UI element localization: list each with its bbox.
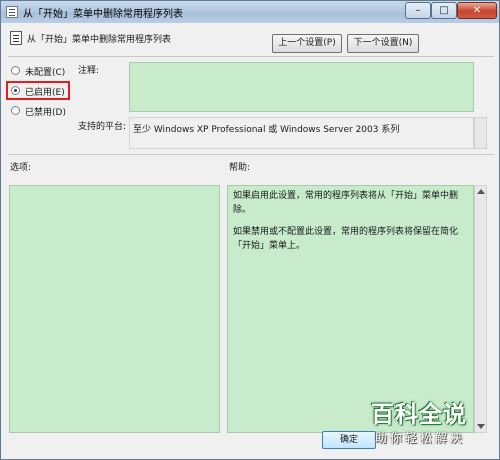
section-divider	[8, 154, 494, 155]
radio-label: 已禁用(D)	[25, 108, 66, 118]
policy-dialog-window: 从「开始」菜单中删除常用程序列表 – □ ✕ 从「开始」菜单中删除常用程序列表 …	[0, 0, 500, 460]
close-button[interactable]: ✕	[457, 2, 497, 19]
watermark-title: 百科全说	[371, 402, 467, 428]
options-label: 选项:	[10, 163, 32, 173]
radio-label: 未配置(C)	[25, 68, 66, 78]
setting-icon	[10, 31, 22, 45]
comment-textarea[interactable]	[129, 62, 474, 112]
help-paragraph: 如果启用此设置，常用的程序列表将从「开始」菜单中删除。	[233, 191, 459, 215]
previous-setting-button[interactable]: 上一个设置(P)	[272, 34, 342, 53]
watermark-slogan: 助你轻松解决	[375, 431, 466, 445]
options-pane	[9, 185, 220, 433]
scroll-up-icon[interactable]	[477, 189, 485, 194]
comment-label: 注释:	[78, 66, 100, 76]
maximize-button[interactable]: □	[431, 2, 457, 19]
window-title: 从「开始」菜单中删除常用程序列表	[23, 9, 183, 20]
platform-value: 至少 Windows XP Professional 或 Windows Ser…	[133, 125, 400, 135]
next-setting-button[interactable]: 下一个设置(N)	[347, 34, 419, 53]
red-highlight-box	[6, 81, 70, 100]
radio-button[interactable]	[11, 66, 20, 75]
watermark-logo: 百科全说 助你轻松解决	[367, 395, 489, 449]
title-bar[interactable]: 从「开始」菜单中删除常用程序列表 – □ ✕	[1, 1, 499, 23]
radio-button[interactable]	[11, 106, 20, 115]
platform-scrollbar[interactable]	[474, 117, 487, 149]
help-paragraph: 如果禁用或不配置此设置，常用的程序列表将保留在简化「开始」菜单上。	[233, 227, 459, 251]
header-divider	[8, 56, 494, 57]
platform-field: 至少 Windows XP Professional 或 Windows Ser…	[129, 117, 474, 149]
policy-icon	[6, 6, 18, 18]
dialog-content: 从「开始」菜单中删除常用程序列表 上一个设置(P) 下一个设置(N) 未配置(C…	[1, 23, 499, 459]
setting-title: 从「开始」菜单中删除常用程序列表	[27, 35, 172, 45]
platform-label: 支持的平台:	[78, 122, 127, 132]
minimize-button[interactable]: –	[405, 2, 431, 19]
help-label: 帮助:	[229, 163, 251, 173]
